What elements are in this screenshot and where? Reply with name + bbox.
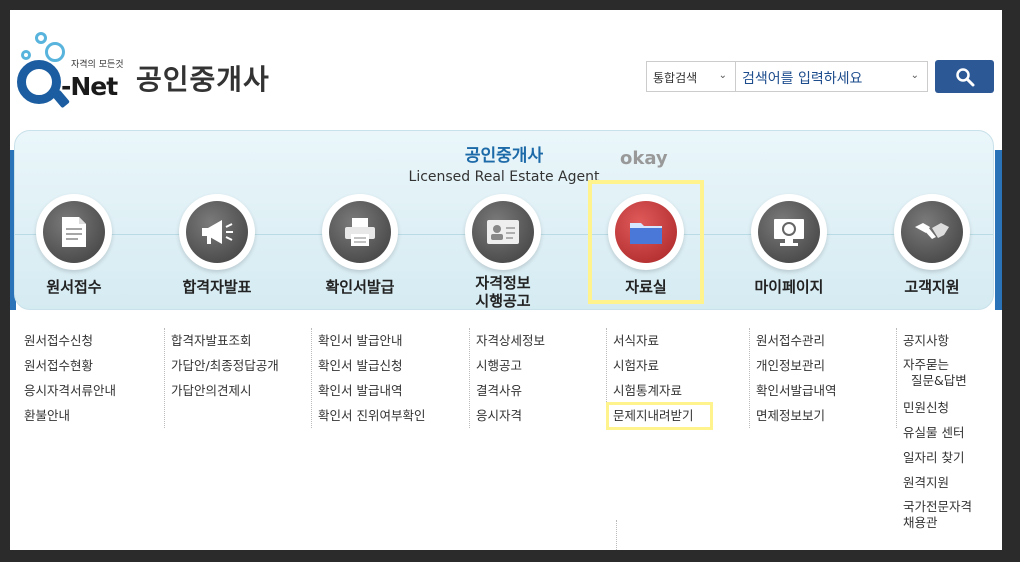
submenu-link[interactable]: 공지사항 <box>903 328 972 353</box>
search-scope-value: 통합검색 <box>653 71 698 85</box>
submenu-link[interactable]: 환불안내 <box>24 403 116 428</box>
submenu-link[interactable]: 확인서 진위여부확인 <box>318 403 425 428</box>
menu-label: 고객지원 <box>904 278 960 296</box>
menu-label: 원서접수 <box>46 278 102 296</box>
search-input-value: 검색어를 입력하세요 <box>742 71 863 87</box>
submenu-link[interactable]: 응시자격 <box>476 403 545 428</box>
menu-label: 합격자발표 <box>182 278 252 296</box>
search-button[interactable] <box>935 60 994 93</box>
submenu-qualification-info: 자격상세정보 시행공고 결격사유 응시자격 <box>469 328 545 428</box>
annotation-text: okay <box>620 148 668 169</box>
search-input[interactable]: 검색어를 입력하세요 ⌄ <box>736 61 928 92</box>
submenu-link[interactable]: 시험자료 <box>613 353 694 378</box>
submenu-link[interactable]: 시험통계자료 <box>613 378 694 403</box>
submenu-link[interactable]: 원서접수현황 <box>24 353 116 378</box>
search-scope-select[interactable]: 통합검색 ⌄ <box>646 61 736 92</box>
banner-title: 공인중개사 <box>464 146 544 166</box>
highlight-box <box>588 180 704 304</box>
submenu-link[interactable]: 자주묻는 질문&답변 <box>903 357 972 389</box>
monitor-icon <box>774 219 804 246</box>
submenu-link[interactable]: 일자리 찾기 <box>903 445 972 470</box>
submenu-link[interactable]: 원서접수관리 <box>756 328 837 353</box>
menu-item-qualification-info[interactable]: 자격정보 시행공고 <box>443 194 563 310</box>
submenu-link[interactable]: 확인서 발급내역 <box>318 378 425 403</box>
logo-tagline: 자격의 모든것 <box>71 60 124 70</box>
menu-label: 마이페이지 <box>754 278 824 296</box>
submenu-link[interactable]: 유실물 센터 <box>903 420 972 445</box>
printer-icon <box>345 218 375 246</box>
document-icon <box>62 217 86 247</box>
submenu-link[interactable]: 개인정보관리 <box>756 353 837 378</box>
submenu-link[interactable]: 확인서 발급신청 <box>318 353 425 378</box>
menu-item-mypage[interactable]: 마이페이지 <box>729 194 849 296</box>
chevron-down-icon: ⌄ <box>718 70 727 81</box>
logo-q-mark <box>17 60 61 104</box>
menu-item-certificate[interactable]: 확인서발급 <box>300 194 420 296</box>
submenu-link[interactable]: 서식자료 <box>613 328 694 353</box>
submenu-link[interactable]: 합격자발표조회 <box>171 328 279 353</box>
submenu-link[interactable]: 가답안의견제시 <box>171 378 279 403</box>
menu-item-results[interactable]: 합격자발표 <box>157 194 277 296</box>
submenu-link[interactable]: 가답안/최종정답공개 <box>171 353 279 378</box>
submenu-link[interactable]: 확인서발급내역 <box>756 378 837 403</box>
submenu-mypage: 원서접수관리 개인정보관리 확인서발급내역 면제정보보기 <box>749 328 837 428</box>
chevron-down-icon: ⌄ <box>910 70 919 81</box>
submenu-link[interactable]: 확인서 발급안내 <box>318 328 425 353</box>
submenu-link[interactable]: 원격지원 <box>903 470 972 495</box>
megaphone-icon <box>202 220 233 244</box>
menu-item-support[interactable]: 고객지원 <box>872 194 992 296</box>
qnet-page: 자격의 모든것 -Net 공인중개사 통합검색 ⌄ 검색어를 입력하세요 ⌄ 공… <box>10 10 1002 550</box>
submenu-link[interactable]: 응시자격서류안내 <box>24 378 116 403</box>
qnet-logo[interactable]: 자격의 모든것 -Net <box>15 32 125 110</box>
submenu-application: 원서접수신청 원서접수현황 응시자격서류안내 환불안내 <box>24 328 116 428</box>
submenu-link[interactable]: 시행공고 <box>476 353 545 378</box>
menu-label: 확인서발급 <box>325 278 395 296</box>
menu-item-application[interactable]: 원서접수 <box>14 194 134 296</box>
highlight-box <box>606 402 713 430</box>
submenu-link[interactable]: 자격상세정보 <box>476 328 545 353</box>
submenu-link[interactable]: 국가전문자격 채용관 <box>903 499 972 531</box>
site-title: 공인중개사 <box>136 63 270 96</box>
submenu-results: 합격자발표조회 가답안/최종정답공개 가답안의견제시 <box>164 328 279 428</box>
submenu-link[interactable]: 면제정보보기 <box>756 403 837 428</box>
search-icon <box>955 67 974 86</box>
submenu-support: 공지사항 자주묻는 질문&답변 민원신청 유실물 센터 일자리 찾기 원격지원 … <box>896 328 972 537</box>
banner-subtitle: Licensed Real Estate Agent <box>408 169 600 185</box>
menu-label: 자격정보 시행공고 <box>475 274 531 310</box>
logo-text: -Net <box>61 72 118 101</box>
submenu-link[interactable]: 원서접수신청 <box>24 328 116 353</box>
submenu-link[interactable]: 민원신청 <box>903 395 972 420</box>
banner-strip-right <box>995 150 1002 310</box>
id-card-icon <box>487 220 519 244</box>
submenu-certificate: 확인서 발급안내 확인서 발급신청 확인서 발급내역 확인서 진위여부확인 <box>311 328 425 428</box>
submenu-link[interactable]: 결격사유 <box>476 378 545 403</box>
handshake-icon <box>915 223 949 239</box>
